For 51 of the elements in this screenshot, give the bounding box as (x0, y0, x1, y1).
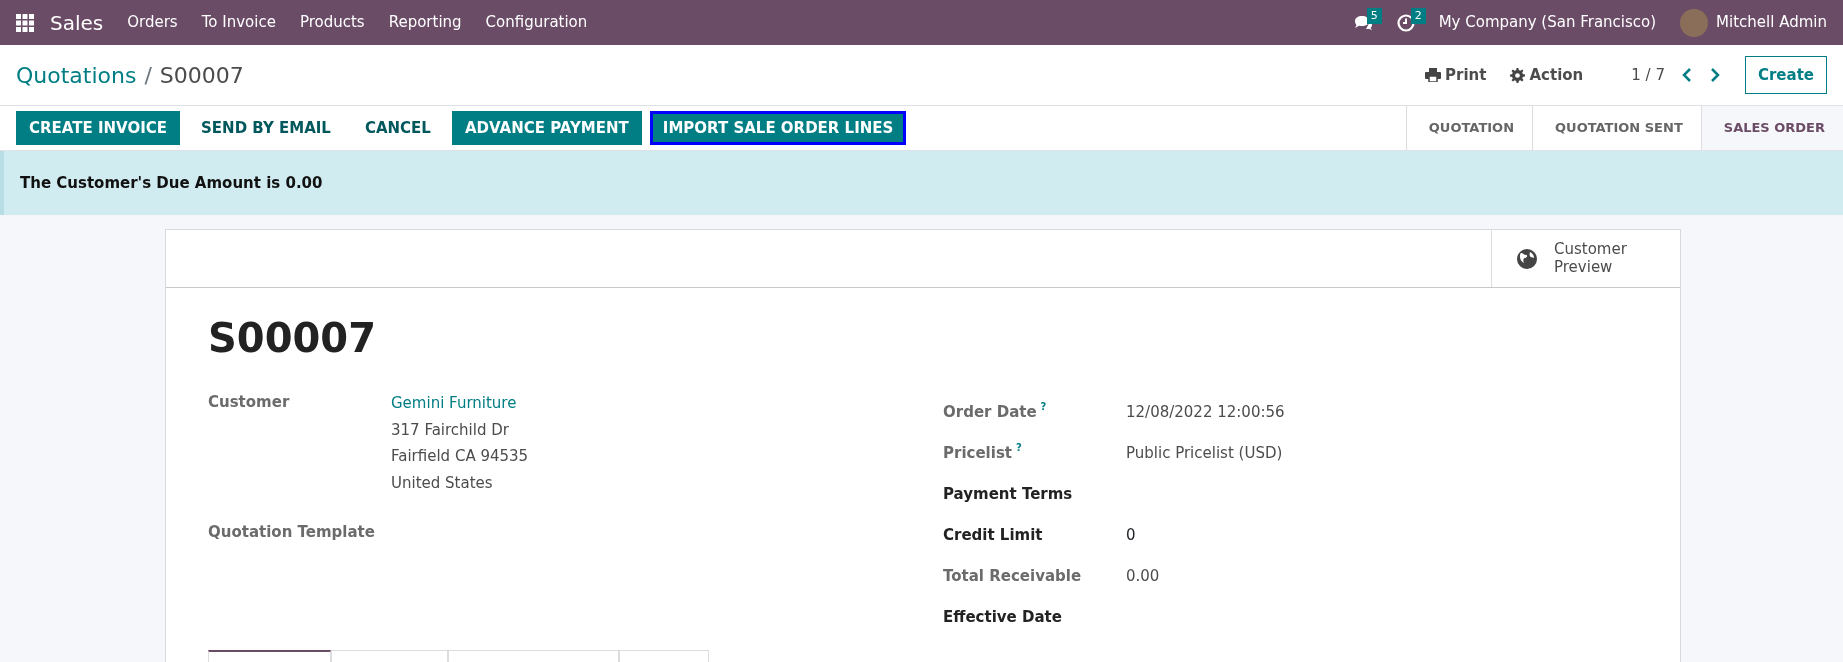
chat-icon[interactable] (1352, 13, 1373, 32)
action-button[interactable]: CANCEL (351, 110, 444, 146)
record-title: S00007 (208, 314, 377, 363)
customer-link[interactable]: Gemini Furniture (391, 392, 529, 415)
field-label: Quotation Template (208, 522, 376, 543)
field-label: Customer (208, 392, 291, 413)
field-label: Credit Limit (943, 525, 1044, 546)
breadcrumb-current: S00007 (159, 61, 244, 90)
app-name[interactable]: Sales (50, 7, 104, 38)
customer-preview-label: Customer Preview (1554, 241, 1628, 276)
field-value: Public Pricelist (USD) (1126, 443, 1283, 465)
action-button[interactable]: ADVANCE PAYMENT (451, 110, 642, 146)
breadcrumb-separator: / (144, 61, 152, 90)
gear-icon[interactable] (1510, 67, 1526, 83)
next-icon[interactable] (1708, 68, 1721, 82)
field-label: Order Date ? (943, 402, 1048, 423)
address-line: Fairfield CA 94535 (391, 446, 529, 467)
address-line: 317 Fairchild Dr (391, 419, 510, 441)
alert-message: The Customer's Due Amount is 0.00 (20, 172, 323, 194)
field-label: Pricelist ? (943, 443, 1023, 464)
field-label: Effective Date (943, 607, 1063, 628)
menu-item[interactable]: To Invoice (201, 11, 276, 34)
action-button[interactable]: CREATE INVOICE (16, 110, 181, 146)
previous-icon[interactable] (1680, 68, 1693, 82)
menu-item[interactable]: Products (299, 11, 365, 34)
avatar (1680, 8, 1709, 37)
menu-item[interactable]: Orders (127, 11, 178, 34)
field-label: Payment Terms (943, 484, 1074, 505)
menu-item[interactable]: Reporting (388, 11, 462, 34)
field-value: 0.00 (1126, 566, 1160, 588)
field-value: 0 (1126, 525, 1136, 547)
printer-icon[interactable] (1425, 68, 1442, 82)
field-value: 12/08/2022 12:00:56 (1126, 402, 1285, 424)
user-menu[interactable]: Mitchell Admin (1716, 11, 1827, 34)
count-badge: 2 (1410, 7, 1426, 24)
field-label: Total Receivable (943, 566, 1083, 587)
menu-item[interactable]: Configuration (485, 11, 588, 34)
address-line: United States (391, 472, 494, 494)
action-menu[interactable]: Action (1529, 63, 1584, 87)
print-menu[interactable]: Print (1445, 63, 1487, 87)
pager-value: 1 / 7 (1631, 64, 1665, 86)
status-step[interactable]: SALES ORDER (1700, 106, 1843, 150)
clock-icon[interactable] (1396, 13, 1415, 32)
company-switcher[interactable]: My Company (San Francisco) (1438, 11, 1657, 34)
create-button[interactable]: Create (1744, 55, 1827, 95)
globe-icon (1516, 247, 1538, 270)
breadcrumb-link[interactable]: Quotations (16, 58, 137, 92)
apps-grid-icon[interactable] (16, 13, 34, 32)
count-badge: 5 (1366, 7, 1382, 24)
action-button[interactable]: SEND BY EMAIL (188, 110, 344, 146)
action-button[interactable]: IMPORT SALE ORDER LINES (649, 110, 907, 146)
